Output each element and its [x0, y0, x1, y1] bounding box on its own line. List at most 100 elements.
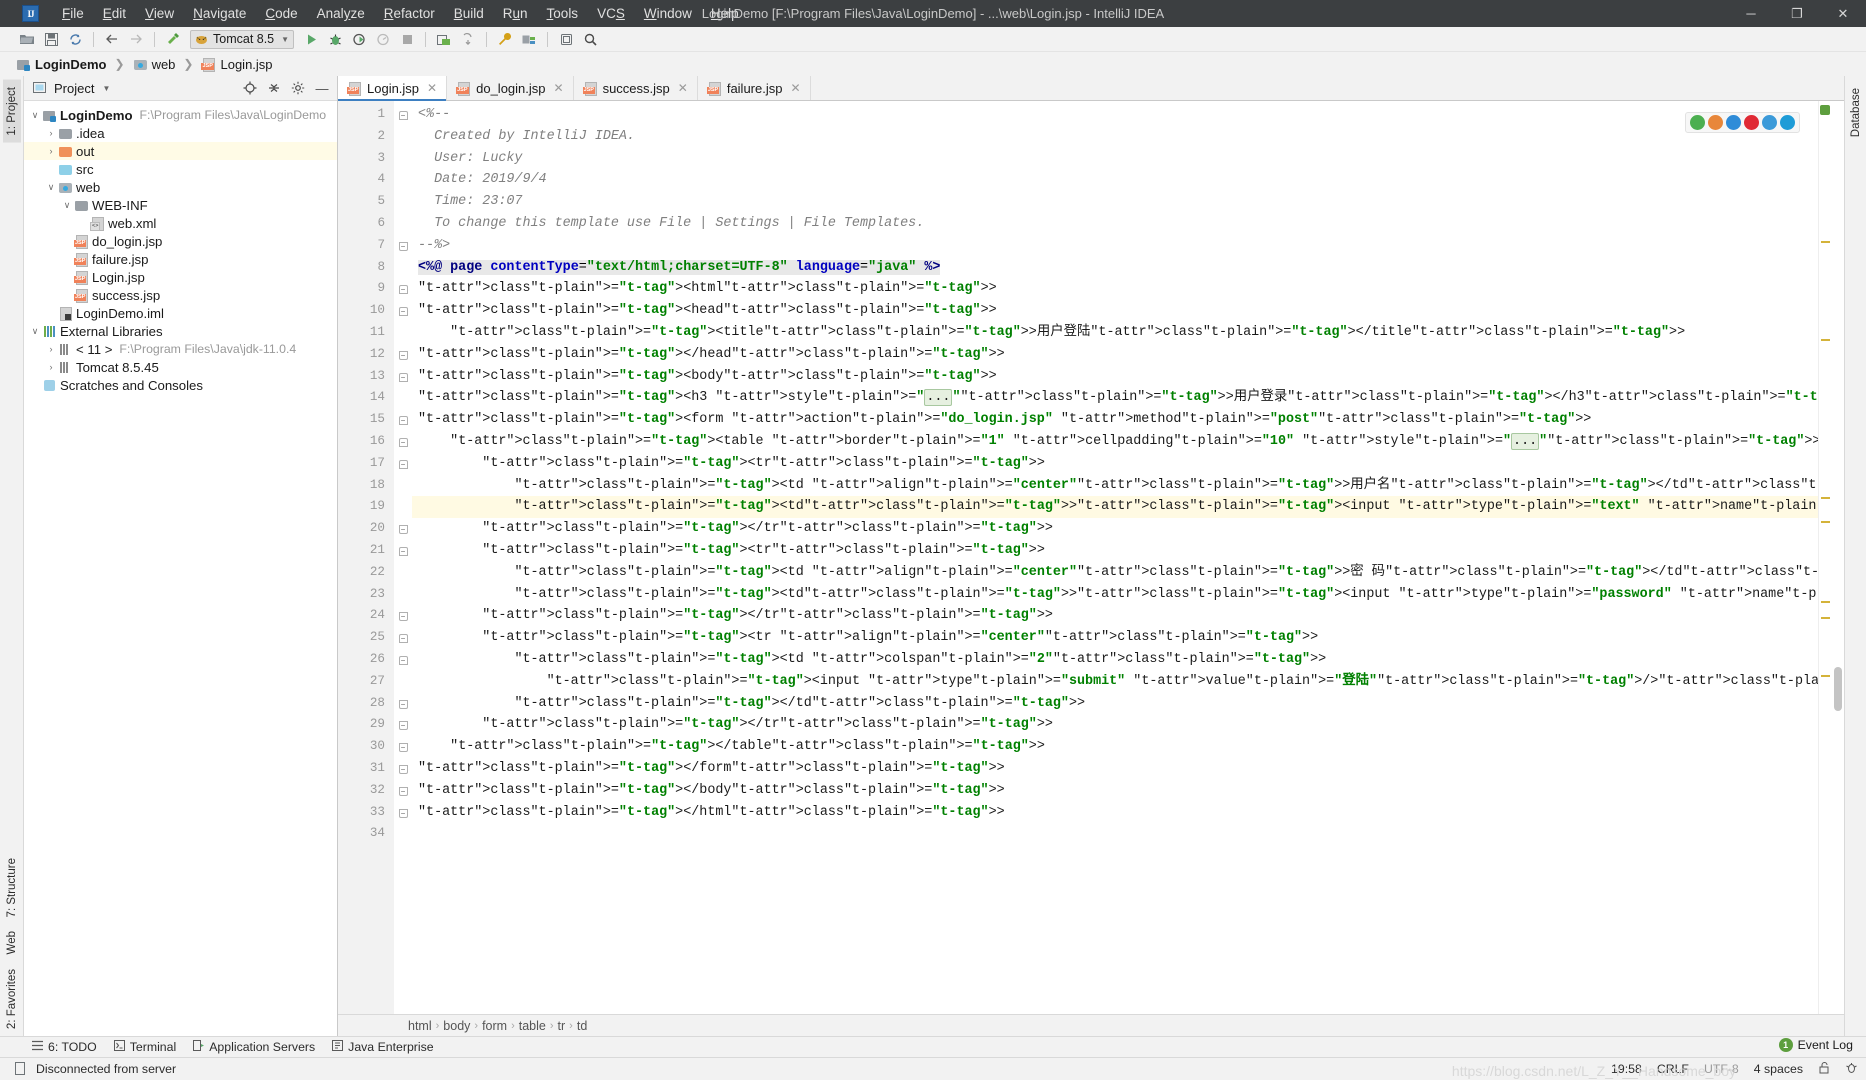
editor-tab-strip[interactable]: Login.jsp✕do_login.jsp✕success.jsp✕failu… — [338, 76, 1844, 101]
fold-expand-icon[interactable]: − — [398, 525, 408, 535]
editor-tab-do_login-jsp[interactable]: do_login.jsp ✕ — [447, 76, 574, 100]
fold-collapse-icon[interactable]: − — [398, 372, 408, 382]
breadcrumb-item-tr[interactable]: tr — [558, 1019, 566, 1033]
fold-gutter-cell[interactable] — [394, 169, 412, 191]
fold-gutter-cell[interactable] — [394, 191, 412, 213]
menu-refactor[interactable]: Refactor — [375, 2, 444, 25]
tree-item-scratches-and-consoles[interactable]: · Scratches and Consoles — [24, 376, 337, 394]
code-line-14[interactable]: "t-attr">class"t-plain">="t-tag"><h3 "t-… — [412, 387, 1818, 409]
collapse-all-icon[interactable] — [265, 79, 283, 97]
code-line-13[interactable]: "t-attr">class"t-plain">="t-tag"><body"t… — [412, 366, 1818, 388]
code-line-5[interactable]: Time: 23:07 — [412, 191, 1818, 213]
chevron-down-icon[interactable]: ▼ — [281, 35, 289, 44]
project-tree[interactable]: ∨ LoginDemo F:\Program Files\Java\LoginDem… — [24, 101, 337, 1036]
code-line-21[interactable]: "t-attr">class"t-plain">="t-tag"><tr"t-a… — [412, 540, 1818, 562]
tree-item-idea[interactable]: › .idea — [24, 124, 337, 142]
sidebar-tab-web[interactable]: Web — [3, 924, 21, 961]
fold-gutter-cell[interactable] — [394, 584, 412, 606]
run-coverage-icon[interactable] — [348, 29, 370, 50]
menu-tools[interactable]: Tools — [538, 2, 588, 25]
code-folding-gutter[interactable]: − − − − − − − − − − − − − − − − − − − − — [394, 101, 412, 1014]
inspections-icon[interactable] — [1845, 1061, 1858, 1077]
inspection-warning-marker[interactable] — [1821, 675, 1830, 677]
tree-item-logindemo-iml[interactable]: · LoginDemo.iml — [24, 304, 337, 322]
back-arrow-icon[interactable] — [101, 29, 123, 50]
fold-gutter-cell[interactable]: − — [394, 235, 412, 257]
browser-preview-strip[interactable] — [1685, 112, 1800, 133]
fold-gutter-cell[interactable]: − — [394, 605, 412, 627]
minimize-button[interactable]: ─ — [1728, 0, 1774, 27]
code-line-32[interactable]: "t-attr">class"t-plain">="t-tag"></body"… — [412, 780, 1818, 802]
profile-icon[interactable] — [372, 29, 394, 50]
fold-gutter-cell[interactable]: − — [394, 649, 412, 671]
fold-collapse-icon[interactable]: − — [398, 416, 408, 426]
inspection-warning-marker[interactable] — [1821, 617, 1830, 619]
folded-region[interactable]: ... — [1511, 432, 1540, 450]
code-line-34[interactable] — [412, 823, 1818, 845]
fold-gutter-cell[interactable]: − — [394, 104, 412, 126]
menu-edit[interactable]: Edit — [94, 2, 135, 25]
tree-item-external-libraries[interactable]: ∨ External Libraries — [24, 322, 337, 340]
fold-gutter-cell[interactable] — [394, 671, 412, 693]
close-icon[interactable]: ✕ — [678, 81, 688, 95]
hide-icon[interactable]: — — [313, 79, 331, 97]
navbar-item-web[interactable]: web — [130, 56, 179, 73]
tree-item-web[interactable]: ∨ web — [24, 178, 337, 196]
forward-arrow-icon[interactable] — [125, 29, 147, 50]
menu-navigate[interactable]: Navigate — [184, 2, 255, 25]
fold-gutter-cell[interactable]: − — [394, 540, 412, 562]
tool-window-terminal[interactable]: Terminal — [113, 1040, 176, 1054]
sidebar-tab-database[interactable]: Database — [1847, 81, 1865, 144]
tree-item-success-jsp[interactable]: · success.jsp — [24, 286, 337, 304]
inspection-warning-marker[interactable] — [1821, 339, 1830, 341]
fold-gutter-cell[interactable]: − — [394, 300, 412, 322]
navbar-item-project[interactable]: LoginDemo — [13, 56, 110, 73]
code-line-23[interactable]: "t-attr">class"t-plain">="t-tag"><td"t-a… — [412, 584, 1818, 606]
sidebar-tab-project[interactable]: 1: Project — [2, 80, 21, 143]
menu-window[interactable]: Window — [635, 2, 701, 25]
menu-run[interactable]: Run — [494, 2, 537, 25]
breadcrumb-item-form[interactable]: form — [482, 1019, 507, 1033]
fold-collapse-icon[interactable]: − — [398, 438, 408, 448]
breadcrumb-item-body[interactable]: body — [443, 1019, 470, 1033]
tool-window-application-servers[interactable]: Application Servers — [193, 1040, 315, 1054]
fold-gutter-cell[interactable]: − — [394, 802, 412, 824]
scrollbar-thumb[interactable] — [1834, 667, 1842, 711]
fold-expand-icon[interactable]: − — [398, 241, 408, 251]
caret-position[interactable]: 19:58 — [1611, 1062, 1642, 1076]
fold-collapse-icon[interactable]: − — [398, 547, 408, 556]
close-icon[interactable]: ✕ — [427, 81, 437, 95]
code-line-10[interactable]: "t-attr">class"t-plain">="t-tag"><head"t… — [412, 300, 1818, 322]
close-icon[interactable]: ✕ — [790, 81, 800, 95]
fold-expand-icon[interactable]: − — [398, 612, 408, 622]
code-line-28[interactable]: "t-attr">class"t-plain">="t-tag"></td"t-… — [412, 693, 1818, 715]
fold-gutter-cell[interactable]: − — [394, 693, 412, 715]
fold-expand-icon[interactable]: − — [398, 350, 408, 360]
debug-icon[interactable] — [324, 29, 346, 50]
tree-item-11[interactable]: › < 11 > F:\Program Files\Java\jdk-11.0.4 — [24, 340, 337, 358]
inspection-warning-marker[interactable] — [1821, 601, 1830, 603]
code-line-24[interactable]: "t-attr">class"t-plain">="t-tag"></tr"t-… — [412, 605, 1818, 627]
close-icon[interactable]: ✕ — [554, 81, 564, 95]
sidebar-tab-structure[interactable]: 7: Structure — [3, 851, 21, 924]
stop-icon[interactable] — [396, 29, 418, 50]
tree-item-do-login-jsp[interactable]: · do_login.jsp — [24, 232, 337, 250]
menu-code[interactable]: Code — [256, 2, 306, 25]
fold-collapse-icon[interactable]: − — [398, 285, 408, 295]
fold-expand-icon[interactable]: − — [398, 786, 408, 796]
editor-tab-success-jsp[interactable]: success.jsp ✕ — [574, 76, 698, 100]
navbar-item-file[interactable]: Login.jsp — [198, 56, 275, 73]
menu-help[interactable]: Help — [702, 2, 748, 25]
run-configuration-selector[interactable]: Tomcat 8.5 ▼ — [190, 29, 295, 49]
fold-gutter-cell[interactable]: − — [394, 627, 412, 649]
editor-tab-login-jsp[interactable]: Login.jsp ✕ — [338, 76, 448, 101]
code-line-26[interactable]: "t-attr">class"t-plain">="t-tag"><td "t-… — [412, 649, 1818, 671]
fold-expand-icon[interactable]: − — [398, 721, 408, 731]
menu-file[interactable]: File — [53, 2, 93, 25]
fold-gutter-cell[interactable] — [394, 387, 412, 409]
line-separator[interactable]: CRLF — [1657, 1062, 1689, 1076]
fold-gutter-cell[interactable] — [394, 148, 412, 170]
chevron-right-icon[interactable]: › — [44, 344, 58, 354]
code-line-16[interactable]: "t-attr">class"t-plain">="t-tag"><table … — [412, 431, 1818, 453]
chevron-right-icon[interactable]: › — [44, 362, 58, 372]
